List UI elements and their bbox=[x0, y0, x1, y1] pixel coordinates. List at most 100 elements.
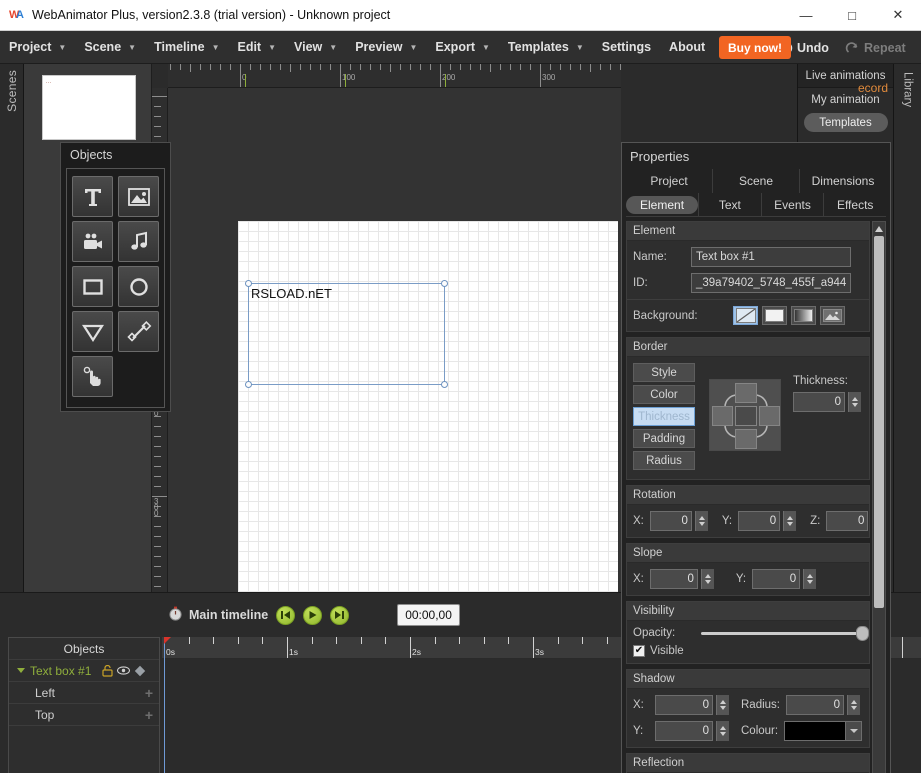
visibility-eye-icon[interactable] bbox=[117, 664, 130, 677]
tab-dimensions[interactable]: Dimensions bbox=[800, 169, 886, 193]
canvas-area[interactable]: RSLOAD.nET bbox=[168, 88, 621, 640]
border-color-button[interactable]: Color bbox=[633, 385, 695, 404]
element-name-input[interactable]: Text box #1 bbox=[691, 247, 851, 267]
visible-checkbox[interactable]: ✔ bbox=[633, 645, 645, 657]
resize-handle-se[interactable] bbox=[441, 381, 448, 388]
horizontal-ruler[interactable]: 0100200300400500 bbox=[168, 64, 621, 88]
shadow-radius-stepper[interactable]: 0 bbox=[786, 695, 860, 715]
shadow-radius-value[interactable]: 0 bbox=[786, 695, 844, 715]
tab-element[interactable]: Element bbox=[626, 193, 699, 216]
background-image-button[interactable] bbox=[820, 306, 845, 325]
border-left-cell[interactable] bbox=[712, 406, 733, 426]
record-label[interactable]: ecord bbox=[858, 81, 888, 95]
timeline-playhead[interactable] bbox=[164, 637, 165, 773]
scenes-tab[interactable]: Scenes bbox=[0, 64, 24, 592]
tab-scene[interactable]: Scene bbox=[713, 169, 800, 193]
shadow-x-value[interactable]: 0 bbox=[655, 695, 713, 715]
slope-x-value[interactable]: 0 bbox=[650, 569, 698, 589]
hotspot-tool-button[interactable] bbox=[72, 356, 113, 397]
selected-textbox[interactable]: RSLOAD.nET bbox=[248, 283, 445, 385]
menu-export[interactable]: Export ▼ bbox=[426, 31, 499, 64]
border-thickness-spinner[interactable] bbox=[848, 392, 861, 412]
tab-effects[interactable]: Effects bbox=[824, 193, 886, 216]
lock-icon[interactable] bbox=[101, 664, 114, 677]
menu-edit[interactable]: Edit ▼ bbox=[228, 31, 285, 64]
rotation-y-value[interactable]: 0 bbox=[738, 511, 780, 531]
border-thickness-value[interactable]: 0 bbox=[793, 392, 845, 412]
opacity-slider-knob[interactable] bbox=[856, 626, 869, 641]
resize-handle-ne[interactable] bbox=[441, 280, 448, 287]
image-tool-button[interactable] bbox=[118, 176, 159, 217]
add-keyframe-button[interactable]: + bbox=[145, 685, 153, 701]
border-thickness-stepper[interactable]: 0 bbox=[793, 392, 861, 412]
slope-x-spinner[interactable] bbox=[701, 569, 714, 589]
timeline-row-textbox[interactable]: Text box #1 bbox=[9, 660, 159, 682]
rotation-z-stepper[interactable]: 0 bbox=[826, 511, 870, 531]
border-bottom-cell[interactable] bbox=[735, 429, 757, 449]
background-none-button[interactable] bbox=[733, 306, 758, 325]
play-button[interactable] bbox=[303, 606, 322, 625]
menu-project[interactable]: Project ▼ bbox=[0, 31, 75, 64]
shadow-colour-swatch[interactable] bbox=[784, 721, 846, 741]
repeat-button[interactable]: Repeat bbox=[845, 36, 906, 60]
shadow-y-spinner[interactable] bbox=[716, 721, 729, 741]
border-all-cell[interactable] bbox=[735, 406, 757, 426]
rotation-x-spinner[interactable] bbox=[695, 511, 708, 531]
disclosure-triangle-icon[interactable] bbox=[17, 668, 25, 673]
border-side-selector[interactable] bbox=[709, 379, 781, 451]
library-tab[interactable]: Library bbox=[893, 64, 921, 592]
background-gradient-button[interactable] bbox=[791, 306, 816, 325]
audio-tool-button[interactable] bbox=[118, 221, 159, 262]
resize-handle-nw[interactable] bbox=[245, 280, 252, 287]
slope-x-stepper[interactable]: 0 bbox=[650, 569, 714, 589]
shadow-y-stepper[interactable]: 0 bbox=[655, 721, 729, 741]
shadow-y-value[interactable]: 0 bbox=[655, 721, 713, 741]
element-id-input[interactable]: _39a79402_5748_455f_a944 bbox=[691, 273, 851, 293]
scene-thumbnail[interactable]: ... bbox=[42, 75, 136, 140]
keyframe-diamond-icon[interactable] bbox=[133, 664, 146, 677]
rotation-x-value[interactable]: 0 bbox=[650, 511, 692, 531]
time-display[interactable]: 00:00,00 bbox=[397, 604, 460, 626]
stage-canvas[interactable]: RSLOAD.nET bbox=[238, 221, 618, 639]
opacity-slider[interactable] bbox=[701, 632, 863, 635]
shadow-x-stepper[interactable]: 0 bbox=[655, 695, 729, 715]
rotation-y-spinner[interactable] bbox=[783, 511, 796, 531]
border-thickness-button[interactable]: Thickness bbox=[633, 407, 695, 426]
menu-timeline[interactable]: Timeline ▼ bbox=[145, 31, 228, 64]
properties-scrollbar[interactable] bbox=[872, 221, 886, 773]
properties-scroll-thumb[interactable] bbox=[874, 236, 884, 608]
rectangle-tool-button[interactable] bbox=[72, 266, 113, 307]
minimize-button[interactable]: — bbox=[783, 0, 829, 31]
live-templates-button[interactable]: Templates bbox=[804, 113, 888, 132]
border-style-button[interactable]: Style bbox=[633, 363, 695, 382]
tab-events[interactable]: Events bbox=[762, 193, 825, 216]
text-tool-button[interactable] bbox=[72, 176, 113, 217]
slope-y-spinner[interactable] bbox=[803, 569, 816, 589]
shadow-radius-spinner[interactable] bbox=[847, 695, 860, 715]
shadow-x-spinner[interactable] bbox=[716, 695, 729, 715]
menu-templates[interactable]: Templates ▼ bbox=[499, 31, 593, 64]
scroll-up-arrow-icon[interactable] bbox=[873, 222, 885, 235]
menu-scene[interactable]: Scene ▼ bbox=[75, 31, 145, 64]
menu-about[interactable]: About bbox=[660, 31, 714, 64]
rotation-y-stepper[interactable]: 0 bbox=[738, 511, 796, 531]
timeline-row-left[interactable]: Left + bbox=[9, 682, 159, 704]
slope-y-stepper[interactable]: 0 bbox=[752, 569, 816, 589]
timeline-row-top[interactable]: Top + bbox=[9, 704, 159, 726]
slope-y-value[interactable]: 0 bbox=[752, 569, 800, 589]
tab-text[interactable]: Text bbox=[699, 193, 762, 216]
close-button[interactable]: ✕ bbox=[875, 0, 921, 31]
menu-preview[interactable]: Preview ▼ bbox=[346, 31, 426, 64]
border-radius-button[interactable]: Radius bbox=[633, 451, 695, 470]
chevron-down-icon[interactable] bbox=[846, 721, 862, 741]
border-top-cell[interactable] bbox=[735, 383, 757, 403]
add-keyframe-button[interactable]: + bbox=[145, 707, 153, 723]
skip-to-start-button[interactable] bbox=[276, 606, 295, 625]
triangle-tool-button[interactable] bbox=[72, 311, 113, 352]
skip-to-end-button[interactable] bbox=[330, 606, 349, 625]
resize-handle-sw[interactable] bbox=[245, 381, 252, 388]
maximize-button[interactable]: □ bbox=[829, 0, 875, 31]
border-padding-button[interactable]: Padding bbox=[633, 429, 695, 448]
ellipse-tool-button[interactable] bbox=[118, 266, 159, 307]
shadow-colour-picker[interactable] bbox=[784, 721, 862, 741]
